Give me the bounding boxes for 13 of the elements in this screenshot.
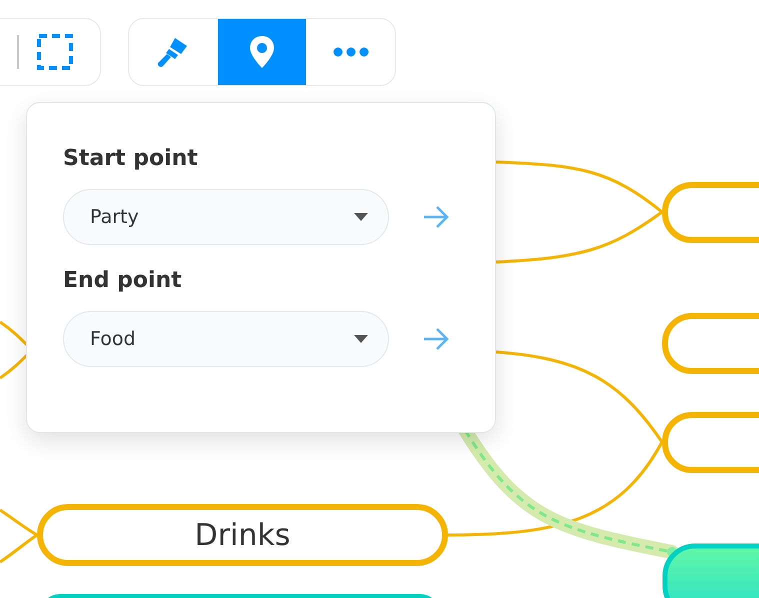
caret-icon [354,213,368,221]
dropdown-field[interactable]: Food [63,311,389,367]
arrow-right-icon[interactable] [423,327,449,351]
field-label: Start point [63,146,198,171]
caret-icon [354,335,368,343]
topic-node[interactable]: Drinks [37,504,448,566]
field-label: End point [63,268,182,293]
dropdown-field[interactable]: Party [63,189,389,245]
location-pin-icon [249,35,275,69]
toolbar-button[interactable] [218,19,306,85]
more-icon [332,47,369,57]
arrow-right-icon[interactable] [423,205,449,229]
selection-icon[interactable] [37,34,73,70]
